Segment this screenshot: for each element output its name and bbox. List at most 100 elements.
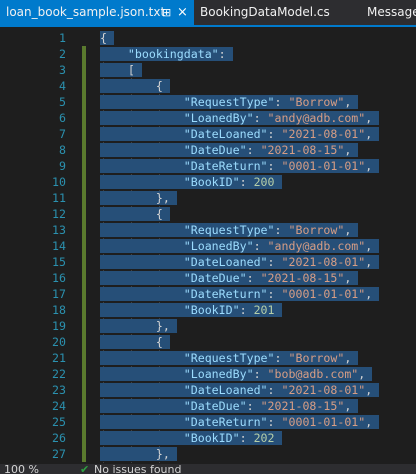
code-text: }, [100, 319, 177, 333]
pin-icon[interactable]: ⊞ [162, 0, 171, 25]
code-text: "DateDue": "2021-08-15", [100, 142, 359, 158]
change-marker [82, 46, 86, 62]
change-marker [82, 286, 86, 302]
code-text: "DateDue": "2021-08-15", [100, 270, 359, 286]
change-marker [82, 110, 86, 126]
code-text: { [100, 207, 170, 221]
change-marker [82, 174, 86, 190]
change-marker [82, 142, 86, 158]
code-line[interactable]: 17 "DateReturn": "0001-01-01", [0, 286, 416, 302]
code-text: { [100, 335, 170, 349]
code-text: }, [100, 447, 177, 461]
line-number: 4 [59, 79, 66, 93]
change-marker [82, 222, 86, 238]
code-line[interactable]: 27 }, [0, 446, 416, 462]
line-number: 22 [52, 367, 66, 381]
code-line[interactable]: 6 "LoanedBy": "andy@adb.com", [0, 110, 416, 126]
tab-title: MessageC [367, 5, 416, 19]
code-line[interactable]: 13 "RequestType": "Borrow", [0, 222, 416, 238]
code-line[interactable]: 20 { [0, 334, 416, 350]
line-number: 9 [59, 159, 66, 173]
line-number: 12 [52, 207, 66, 221]
code-text: "DateLoaned": "2021-08-01", [100, 126, 380, 142]
code-line[interactable]: 12 { [0, 206, 416, 222]
line-number: 7 [59, 127, 66, 141]
line-number: 27 [52, 447, 66, 461]
code-text: { [100, 79, 170, 93]
code-text: "BookID": 202 [100, 430, 282, 446]
tab-message[interactable]: MessageC [367, 0, 416, 25]
code-text: "RequestType": "Borrow", [100, 94, 359, 110]
change-marker [82, 350, 86, 366]
code-line[interactable]: 21 "RequestType": "Borrow", [0, 350, 416, 366]
code-text: "LoanedBy": "bob@adb.com", [100, 366, 373, 382]
code-text: { [100, 31, 114, 45]
code-text: "LoanedBy": "andy@adb.com", [100, 110, 380, 126]
change-marker [82, 446, 86, 462]
code-text: "DateReturn": "0001-01-01", [100, 286, 380, 302]
tab-booking-data-model[interactable]: BookingDataModel.cs [200, 0, 360, 25]
code-line[interactable]: 16 "DateDue": "2021-08-15", [0, 270, 416, 286]
code-line[interactable]: 26 "BookID": 202 [0, 430, 416, 446]
code-line[interactable]: 2 "bookingdata": [0, 46, 416, 62]
change-marker [82, 94, 86, 110]
code-line[interactable]: 10 "BookID": 200 [0, 174, 416, 190]
code-text: "BookID": 200 [100, 174, 282, 190]
change-marker [82, 78, 86, 94]
close-icon[interactable]: × [177, 0, 188, 25]
code-line[interactable]: 14 "LoanedBy": "andy@adb.com", [0, 238, 416, 254]
code-text: "DateLoaned": "2021-08-01", [100, 382, 380, 398]
code-line[interactable]: 22 "LoanedBy": "bob@adb.com", [0, 366, 416, 382]
zoom-level[interactable]: 100 % [4, 464, 39, 474]
code-line[interactable]: 15 "DateLoaned": "2021-08-01", [0, 254, 416, 270]
code-line[interactable]: 18 "BookID": 201 [0, 302, 416, 318]
change-marker [82, 382, 86, 398]
code-line[interactable]: 11 }, [0, 190, 416, 206]
code-text: "DateReturn": "0001-01-01", [100, 158, 380, 174]
change-marker [82, 206, 86, 222]
code-line[interactable]: 9 "DateReturn": "0001-01-01", [0, 158, 416, 174]
change-marker [82, 414, 86, 430]
code-text: [ [100, 63, 142, 77]
line-number: 16 [52, 271, 66, 285]
change-marker [82, 190, 86, 206]
code-line[interactable]: 19 }, [0, 318, 416, 334]
line-number: 24 [52, 399, 66, 413]
status-bar: 100 % ✔ No issues found [0, 464, 416, 474]
check-circle-icon: ✔ [80, 464, 90, 474]
tab-title: BookingDataModel.cs [200, 5, 330, 19]
line-number: 6 [59, 111, 66, 125]
code-text: "bookingdata": [100, 46, 233, 62]
change-marker [82, 254, 86, 270]
change-marker [82, 270, 86, 286]
code-line[interactable]: 7 "DateLoaned": "2021-08-01", [0, 126, 416, 142]
line-number: 14 [52, 239, 66, 253]
code-line[interactable]: 1{ [0, 30, 416, 46]
line-number: 3 [59, 63, 66, 77]
code-line[interactable]: 5 "RequestType": "Borrow", [0, 94, 416, 110]
line-number: 18 [52, 303, 66, 317]
document-tab-bar: loan_book_sample.json.txt ⊞ × BookingDat… [0, 0, 416, 27]
change-marker [82, 62, 86, 78]
code-line[interactable]: 25 "DateReturn": "0001-01-01", [0, 414, 416, 430]
change-marker [82, 366, 86, 382]
code-line[interactable]: 4 { [0, 78, 416, 94]
tab-loan-book-sample-json[interactable]: loan_book_sample.json.txt ⊞ × [0, 0, 194, 25]
code-line[interactable]: 3 [ [0, 62, 416, 78]
line-number: 8 [59, 143, 66, 157]
code-line[interactable]: 23 "DateLoaned": "2021-08-01", [0, 382, 416, 398]
change-marker [82, 302, 86, 318]
issues-status[interactable]: No issues found [94, 464, 181, 474]
line-number: 21 [52, 351, 66, 365]
code-line[interactable]: 8 "DateDue": "2021-08-15", [0, 142, 416, 158]
code-editor[interactable]: 1{ 2 "bookingdata": 3 [ 4 { 5 "RequestTy… [0, 27, 416, 464]
code-text: }, [100, 191, 177, 205]
line-number: 23 [52, 383, 66, 397]
line-number: 19 [52, 319, 66, 333]
code-text: "LoanedBy": "andy@adb.com", [100, 238, 380, 254]
code-line[interactable]: 24 "DateDue": "2021-08-15", [0, 398, 416, 414]
tab-title: loan_book_sample.json.txt [6, 5, 166, 19]
change-marker [82, 430, 86, 446]
line-number: 17 [52, 287, 66, 301]
code-text: "DateLoaned": "2021-08-01", [100, 254, 380, 270]
